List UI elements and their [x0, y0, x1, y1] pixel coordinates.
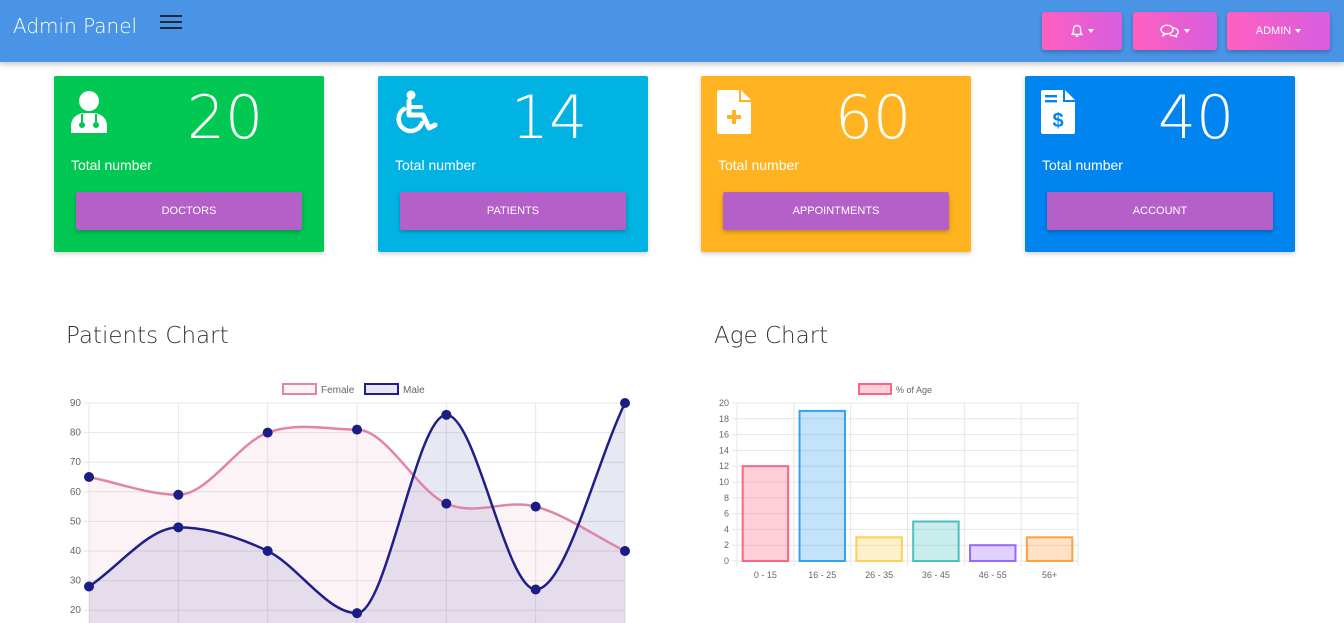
y-tick-label: 30: [70, 576, 82, 587]
bar-0: [741, 465, 790, 562]
user-menu-button[interactable]: ADMIN: [1227, 12, 1330, 50]
data-point-female: [530, 501, 541, 512]
y-tick-label: 18: [719, 414, 729, 424]
doctor-icon: [71, 91, 107, 133]
y-tick-label: 2: [724, 540, 729, 550]
account-card: $ 40 Total number ACCOUNT: [1025, 76, 1295, 252]
patients-count: 14: [510, 83, 588, 153]
y-tick-label: 70: [70, 457, 82, 468]
dropdown-caret-icon: [1295, 29, 1302, 33]
y-tick-label: 12: [719, 461, 729, 471]
doctors-card-label: Total number: [71, 157, 152, 173]
data-point-male: [620, 398, 630, 408]
data-point-male: [173, 522, 184, 533]
y-tick-label: 10: [719, 477, 729, 487]
y-tick-label: 8: [724, 493, 729, 503]
y-tick-label: 80: [70, 428, 82, 439]
y-tick-label: 20: [719, 398, 729, 408]
y-tick-label: 60: [70, 487, 82, 498]
x-tick-label: 46 - 55: [979, 570, 1007, 580]
bar-2: [855, 536, 903, 563]
appointments-count: 60: [834, 83, 912, 153]
data-point-female: [352, 424, 362, 435]
bell-icon: [1071, 24, 1083, 38]
patients-button[interactable]: PATIENTS: [400, 192, 626, 230]
menu-toggle-icon[interactable]: [160, 13, 182, 31]
notifications-button[interactable]: [1042, 12, 1122, 50]
data-point-male: [441, 409, 452, 420]
account-count: 40: [1157, 83, 1235, 153]
doctors-count: 20: [186, 83, 264, 153]
data-point-female: [441, 498, 452, 509]
dropdown-caret-icon: [1184, 29, 1190, 33]
account-button[interactable]: ACCOUNT: [1047, 192, 1273, 230]
wheelchair-icon: [396, 90, 438, 134]
age-bar-chart: 0 2 4 6 8 10 12 14 16 18 20 0 - 15 16 - 25 26 - 35 36 …: [719, 383, 1079, 580]
y-tick-label: 0: [724, 556, 729, 566]
chat-bubbles-icon: [1160, 24, 1179, 38]
legend-swatch-female: [282, 383, 317, 395]
x-tick-label: 56+: [1042, 570, 1057, 580]
appointments-card: 60 Total number APPOINTMENTS: [701, 76, 971, 252]
x-tick-label: 26 - 35: [865, 570, 893, 580]
x-tick-label: 0 - 15: [754, 570, 777, 580]
legend-swatch-male: [364, 383, 399, 395]
legend-swatch: [858, 383, 892, 395]
patients-card: 14 Total number PATIENTS: [378, 76, 648, 252]
y-tick-label: 90: [70, 398, 82, 409]
age-chart-title: Age Chart: [714, 323, 829, 349]
dropdown-caret-icon: [1088, 29, 1094, 33]
y-tick-label: 6: [724, 509, 729, 519]
svg-text:$: $: [1052, 110, 1063, 132]
bar-4: [969, 544, 1017, 562]
brand-title[interactable]: Admin Panel: [13, 14, 137, 38]
data-point-male: [84, 581, 94, 592]
doctors-card: 20 Total number DOCTORS: [54, 76, 324, 252]
data-point-male: [530, 584, 541, 595]
data-point-female: [84, 472, 94, 482]
account-card-label: Total number: [1042, 157, 1123, 173]
x-tick-label: 16 - 25: [808, 570, 836, 580]
patients-card-label: Total number: [395, 157, 476, 173]
file-medical-icon: [717, 90, 751, 134]
y-tick-label: 20: [70, 605, 82, 616]
patients-line-chart: 20 30 40 50 60 70 80 90 Female Male: [70, 383, 630, 623]
x-tick-label: 36 - 45: [922, 570, 950, 580]
doctors-button[interactable]: DOCTORS: [76, 192, 302, 230]
data-point-female: [262, 427, 273, 438]
user-menu-label: ADMIN: [1255, 25, 1292, 37]
appointments-button[interactable]: APPOINTMENTS: [723, 192, 949, 230]
y-tick-label: 40: [70, 546, 82, 557]
data-point-male: [352, 608, 362, 619]
legend-label-female: Female: [321, 385, 355, 396]
bar-1: [798, 409, 846, 563]
legend-label-male: Male: [403, 385, 425, 396]
top-navbar: Admin Panel ADMIN: [0, 0, 1344, 62]
appointments-card-label: Total number: [718, 157, 799, 173]
y-tick-label: 50: [70, 516, 82, 527]
patients-chart-title: Patients Chart: [66, 323, 229, 349]
legend-label: % of Age: [896, 385, 932, 395]
bar-5: [1025, 536, 1074, 563]
data-point-male: [262, 546, 273, 556]
bar-3: [912, 520, 960, 562]
y-tick-label: 14: [719, 445, 729, 455]
data-point-female: [173, 489, 184, 500]
file-invoice-dollar-icon: $: [1041, 90, 1075, 134]
messages-button[interactable]: [1133, 12, 1217, 50]
data-point-female: [620, 546, 630, 556]
y-tick-label: 4: [724, 524, 729, 534]
y-tick-label: 16: [719, 430, 729, 440]
